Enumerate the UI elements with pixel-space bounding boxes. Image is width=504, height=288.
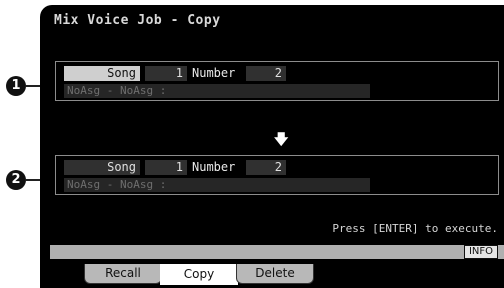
destination-type-field[interactable]: Song: [64, 160, 140, 175]
tab-delete[interactable]: Delete: [236, 264, 314, 284]
callout-1: 1: [6, 76, 26, 96]
destination-reference: NoAsg - NoAsg :: [64, 178, 370, 192]
down-arrow-icon: 🡇: [274, 132, 289, 148]
destination-number-label: Number: [192, 160, 236, 174]
tab-copy[interactable]: Copy: [160, 264, 238, 285]
source-number-b-field[interactable]: 2: [246, 66, 286, 81]
source-panel: Song 1 Number 2 NoAsg - NoAsg :: [55, 61, 499, 101]
callout-2: 2: [6, 170, 26, 190]
destination-number-b-field[interactable]: 2: [246, 160, 286, 175]
tab-recall[interactable]: Recall: [84, 264, 162, 284]
source-number-label: Number: [192, 66, 236, 80]
status-bar: INFO: [50, 245, 504, 259]
lcd-screen: Mix Voice Job - Copy Song 1 Number 2 NoA…: [40, 5, 504, 288]
destination-panel: Song 1 Number 2 NoAsg - NoAsg :: [55, 155, 499, 195]
destination-number-a-field[interactable]: 1: [145, 160, 187, 175]
source-number-a-field[interactable]: 1: [145, 66, 187, 81]
source-type-field[interactable]: Song: [64, 66, 140, 81]
page-title: Mix Voice Job - Copy: [54, 13, 221, 28]
source-reference: NoAsg - NoAsg :: [64, 84, 370, 98]
info-button[interactable]: INFO: [463, 245, 498, 259]
execute-hint: Press [ENTER] to execute.: [332, 222, 498, 235]
